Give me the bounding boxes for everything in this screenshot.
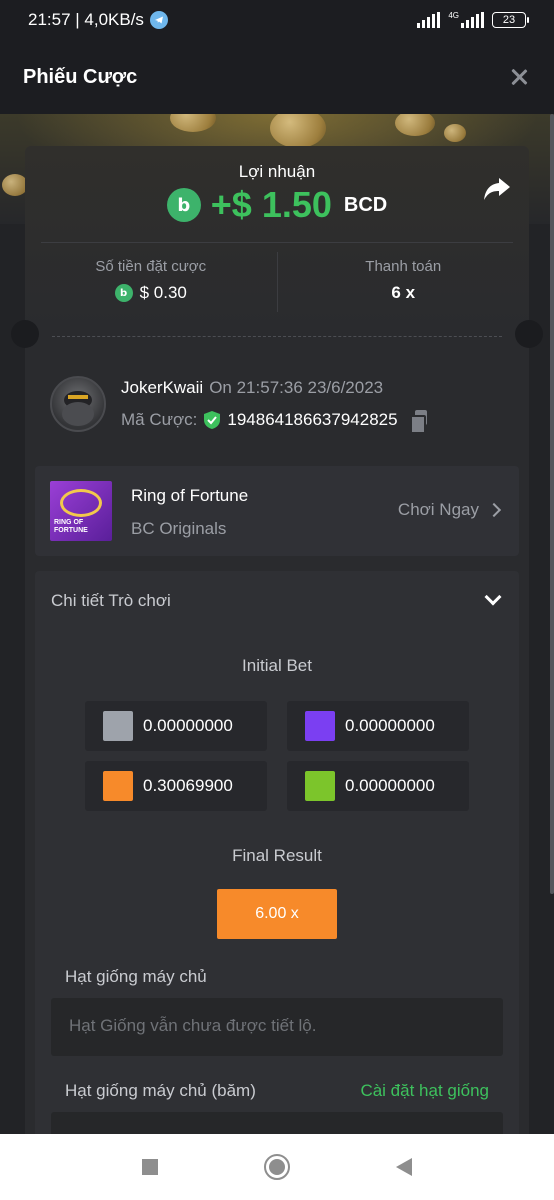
- coin-decoration: [170, 114, 216, 132]
- bet-box-green: 0.00000000: [287, 761, 469, 811]
- game-thumb-text: FORTUNE: [54, 527, 88, 534]
- bet-amount-stat: Số tiền đặt cược b $ 0.30: [25, 252, 277, 312]
- payout-label: Thanh toán: [365, 258, 442, 275]
- swatch-purple: [305, 711, 335, 741]
- bet-slip-content: Lợi nhuận b +$ 1.50 BCD Số tiền đặt cược…: [0, 114, 554, 1134]
- bet-box-purple: 0.00000000: [287, 701, 469, 751]
- copy-icon[interactable]: [409, 410, 428, 434]
- server-seed-label: Hạt giống máy chủ: [65, 967, 207, 986]
- bet-value: 0.00000000: [345, 716, 435, 735]
- telegram-icon: [149, 11, 168, 29]
- ticket-notch-left: [11, 320, 39, 348]
- swatch-orange: [103, 771, 133, 801]
- bet-timestamp: On 21:57:36 23/6/2023: [209, 378, 384, 397]
- bet-amount-label: Số tiền đặt cược: [95, 258, 207, 275]
- payout-value: 6 x: [391, 283, 416, 302]
- bet-amount: $ 0.30: [139, 283, 187, 302]
- close-icon[interactable]: [507, 65, 531, 89]
- game-provider: BC Originals: [131, 519, 227, 538]
- bet-id: 194864186637942825: [227, 410, 398, 429]
- ticket-notch-right: [515, 320, 543, 348]
- profit-card: Lợi nhuận b +$ 1.50 BCD Số tiền đặt cược…: [25, 146, 529, 336]
- swatch-gray: [103, 711, 133, 741]
- bc-coin-icon: b: [166, 188, 201, 222]
- game-thumb-text: RING OF: [54, 519, 84, 526]
- system-nav-bar: [0, 1134, 554, 1200]
- server-seed-field: Hạt Giống vẫn chưa được tiết lộ.: [51, 998, 503, 1056]
- username[interactable]: JokerKwaii: [121, 378, 203, 398]
- server-seed-hash-field: [51, 1112, 503, 1134]
- profit-currency: BCD: [343, 193, 388, 216]
- bet-box-orange: 0.30069900: [85, 761, 267, 811]
- modal-header: Phiếu Cược: [0, 40, 554, 114]
- back-icon[interactable]: [396, 1158, 412, 1176]
- status-time: 21:57 | 4,0KB/s: [28, 10, 144, 29]
- bc-coin-icon: b: [114, 284, 133, 302]
- coin-decoration: [270, 114, 326, 148]
- coin-decoration: [395, 114, 435, 136]
- chevron-down-icon[interactable]: [484, 588, 502, 606]
- game-name: Ring of Fortune: [131, 486, 249, 505]
- payout-stat: Thanh toán 6 x: [276, 252, 530, 312]
- user-info: JokerKwaii On 21:57:36 23/6/2023 Mã Cược…: [25, 376, 529, 436]
- bet-value: 0.00000000: [143, 716, 233, 735]
- chevron-right-icon: [486, 502, 502, 518]
- signal-icon-2: [461, 12, 484, 28]
- status-bar: 21:57 | 4,0KB/s 4G 23: [0, 0, 554, 40]
- profit-amount: +$ 1.50: [210, 184, 332, 225]
- page-title: Phiếu Cược: [23, 65, 138, 88]
- scrollbar[interactable]: [550, 114, 554, 894]
- initial-bet-label: Initial Bet: [242, 656, 312, 675]
- game-card[interactable]: RING OF FORTUNE Ring of Fortune BC Origi…: [35, 466, 519, 556]
- battery-icon: 23: [492, 12, 529, 28]
- share-icon[interactable]: [483, 176, 511, 202]
- signal-icon: [417, 12, 441, 28]
- avatar[interactable]: [50, 376, 106, 432]
- bet-box-gray: 0.00000000: [85, 701, 267, 751]
- home-icon[interactable]: [264, 1154, 290, 1180]
- final-result-label: Final Result: [232, 846, 322, 865]
- play-now-label: Chơi Ngay: [397, 500, 479, 519]
- recent-apps-icon[interactable]: [142, 1159, 158, 1175]
- bet-id-label: Mã Cược:: [121, 410, 198, 429]
- game-details-title[interactable]: Chi tiết Trò chơi: [51, 591, 171, 611]
- battery-level: 23: [502, 14, 516, 26]
- game-thumbnail: RING OF FORTUNE: [50, 481, 112, 541]
- play-now-link[interactable]: Chơi Ngay: [397, 500, 502, 520]
- bet-stats: Số tiền đặt cược b $ 0.30 Thanh toán 6 x: [25, 252, 529, 312]
- dashed-divider: [52, 336, 502, 337]
- profit-row: b +$ 1.50 BCD: [25, 184, 529, 226]
- bet-value: 0.30069900: [143, 776, 233, 795]
- profit-label: Lợi nhuận: [238, 162, 316, 181]
- bet-value: 0.00000000: [345, 776, 435, 795]
- coin-decoration: [444, 124, 466, 142]
- set-seed-link[interactable]: Cài đặt hạt giống: [360, 1081, 489, 1101]
- game-details-panel: Chi tiết Trò chơi Initial Bet 0.00000000…: [35, 571, 519, 1134]
- verified-shield-icon: [204, 411, 221, 429]
- swatch-green: [305, 771, 335, 801]
- final-result-badge: 6.00 x: [217, 889, 337, 939]
- server-seed-hash-label: Hạt giống máy chủ (băm): [65, 1081, 256, 1100]
- divider: [41, 242, 513, 243]
- network-type: 4G: [448, 10, 459, 20]
